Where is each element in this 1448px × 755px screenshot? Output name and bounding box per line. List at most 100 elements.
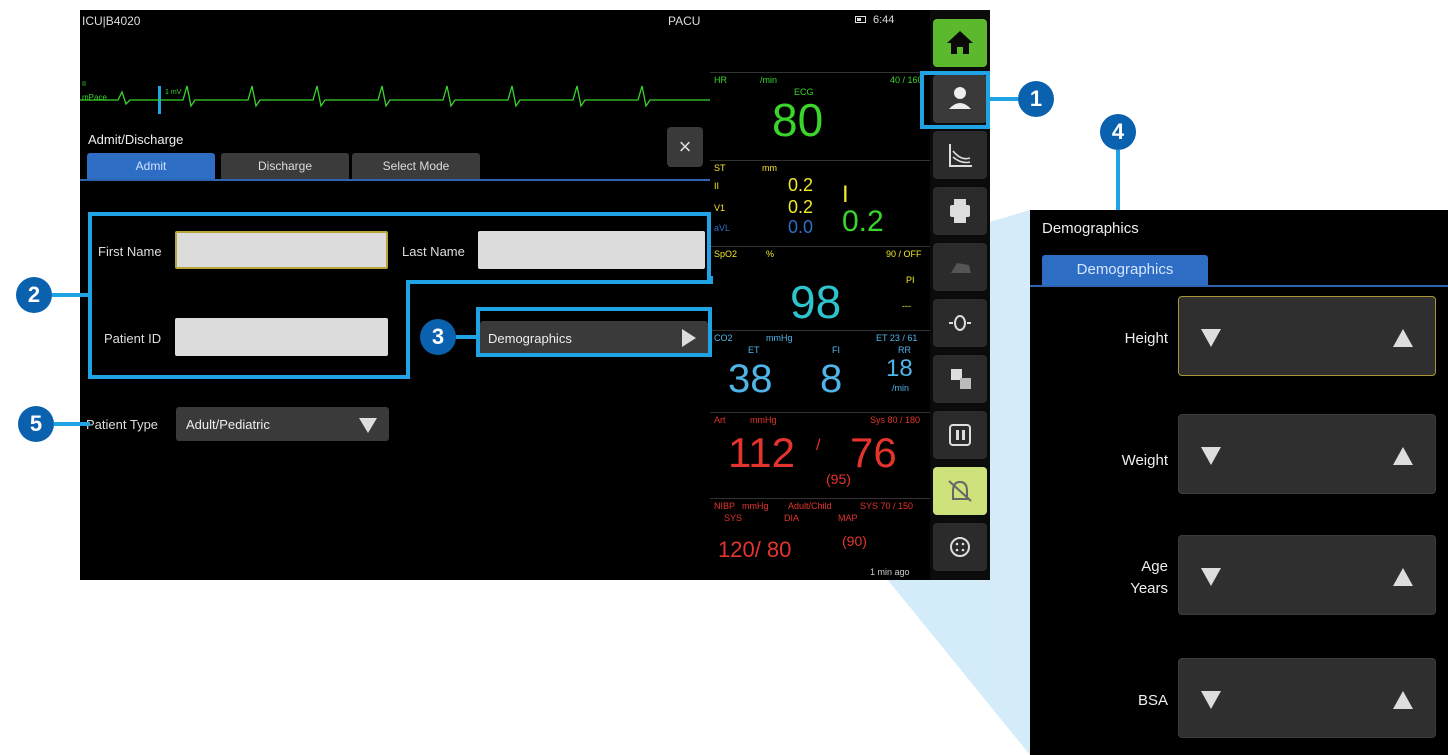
nibp-time: 1 min ago (870, 567, 910, 577)
tab-demographics[interactable]: Demographics (1042, 255, 1208, 285)
highlight-patient-button (920, 71, 990, 129)
tab-admit[interactable]: Admit (87, 153, 215, 179)
nibp-limits: SYS 70 / 150 (860, 501, 914, 511)
pause-icon (949, 424, 971, 446)
printer-icon (950, 199, 970, 223)
patient-monitor-screen: ICU|B4020 PACU 6:44 II mPace 1 mV Admit/… (80, 10, 990, 580)
decrease-arrow-icon[interactable] (1201, 447, 1221, 465)
bsa-stepper[interactable] (1178, 658, 1436, 738)
art-parameter[interactable]: Art mmHg Sys 80 / 180 112 / 76 (95) (710, 412, 932, 498)
hr-value: 80 (772, 94, 824, 146)
weight-stepper[interactable] (1178, 414, 1436, 494)
zoom-title: Demographics (1042, 220, 1139, 237)
st-value-avl: 0.0 (788, 217, 814, 237)
spo2-label: SpO2 (714, 249, 738, 259)
alarm-silence-icon (948, 480, 972, 502)
co2-label: CO2 (714, 333, 733, 343)
st-lead-ii: II (714, 181, 720, 191)
nibp-sys-label: SYS (724, 513, 743, 523)
ecg-waveform: II mPace 1 mV (80, 81, 710, 114)
home-icon (947, 31, 973, 54)
age-years-label: Age Years (1130, 558, 1168, 597)
chevron-down-icon (359, 418, 377, 433)
ecg-scale-label: 1 mV (165, 89, 182, 96)
st-big-value: 0.2 (842, 205, 884, 238)
st-lead-avl: aVL (714, 223, 731, 233)
co2-unit: mmHg (766, 333, 793, 343)
st-label: ST (714, 163, 726, 173)
nibp-value: 120/ 80 (718, 537, 792, 562)
height-stepper[interactable] (1178, 296, 1436, 376)
co2-rr-label: RR (898, 345, 911, 355)
co2-limits: ET 23 / 61 (876, 333, 918, 343)
increase-arrow-icon[interactable] (1393, 691, 1413, 709)
hand-button[interactable] (933, 243, 987, 291)
art-sys-value: 112 (728, 429, 795, 476)
st-value-v1: 0.2 (788, 197, 814, 217)
patient-id-label: Patient ID (104, 331, 162, 346)
callout-badge-2: 2 (16, 277, 52, 313)
nibp-label: NIBP (714, 501, 736, 511)
tab-select-mode[interactable]: Select Mode (352, 153, 480, 179)
art-limits: Sys 80 / 180 (870, 415, 921, 425)
decrease-arrow-icon[interactable] (1201, 691, 1221, 709)
co2-parameter[interactable]: CO2 mmHg ET 23 / 61 ET FI RR 38 8 18 /mi… (710, 330, 932, 412)
ecg-lead-label: II (82, 81, 86, 88)
co2-fi-value: 8 (820, 357, 843, 401)
menu-button[interactable] (933, 523, 987, 571)
spo2-unit: % (766, 249, 775, 259)
weight-label: Weight (1121, 452, 1168, 469)
st-unit: mm (762, 163, 777, 173)
art-mean-value: (95) (826, 471, 851, 487)
co2-fi-label: FI (832, 345, 840, 355)
menu-icon (950, 537, 970, 557)
st-value-ii: 0.2 (788, 175, 814, 195)
art-label: Art (714, 415, 726, 425)
spo2-parameter[interactable]: SpO2 % 90 / OFF PI --- 98 (710, 246, 932, 330)
status-bar: ICU|B4020 PACU 6:44 (80, 10, 930, 30)
st-parameter[interactable]: ST mm II V1 aVL 0.2 0.2 0.0 I 0.2 (710, 160, 932, 246)
pause-button[interactable] (933, 411, 987, 459)
co2-et-label: ET (748, 345, 760, 355)
increase-arrow-icon[interactable] (1393, 329, 1413, 347)
art-unit: mmHg (750, 415, 777, 425)
calculations-button[interactable] (933, 355, 987, 403)
callout-badge-3: 3 (420, 319, 456, 355)
rr-value: 18 (886, 355, 913, 382)
home-button[interactable] (933, 19, 987, 67)
increase-arrow-icon[interactable] (1393, 447, 1413, 465)
print-button[interactable] (933, 187, 987, 235)
highlight-demographics-button (476, 307, 712, 357)
bsa-label: BSA (1137, 692, 1168, 709)
dialog-title: Admit/Discharge (88, 132, 184, 147)
patient-type-select[interactable]: Adult/Pediatric (176, 407, 389, 441)
hand-icon (951, 263, 971, 273)
dialog-tabs: Admit Discharge Select Mode (80, 153, 710, 181)
st-lead-v1: V1 (714, 203, 726, 213)
trends-button[interactable] (933, 131, 987, 179)
alarm-silence-button[interactable] (933, 467, 987, 515)
zero-icon (949, 315, 971, 331)
height-label: Height (1124, 330, 1168, 347)
nibp-map-label: MAP (838, 513, 858, 523)
pi-label: PI (906, 275, 915, 285)
hr-unit: /min (760, 75, 778, 85)
decrease-arrow-icon[interactable] (1201, 329, 1221, 347)
care-area-label: PACU (668, 14, 701, 28)
zero-button[interactable] (933, 299, 987, 347)
age-stepper[interactable] (1178, 535, 1436, 615)
highlight-name-fields (88, 212, 711, 280)
nibp-map-value: (90) (842, 533, 867, 549)
unit-bed-label: ICU|B4020 (82, 14, 141, 28)
zoom-tab-bar: Demographics (1030, 255, 1448, 287)
decrease-arrow-icon[interactable] (1201, 568, 1221, 586)
art-dia-value: 76 (850, 429, 897, 476)
patient-id-field[interactable] (175, 318, 388, 356)
nibp-unit: mmHg (742, 501, 769, 511)
nibp-dia-label: DIA (784, 513, 800, 523)
hr-parameter[interactable]: HR /min 40 / 160 ECG 80 (710, 72, 932, 160)
nibp-parameter[interactable]: NIBP mmHg Adult/Child SYS 70 / 150 SYS D… (710, 498, 932, 580)
tab-discharge[interactable]: Discharge (221, 153, 349, 179)
increase-arrow-icon[interactable] (1393, 568, 1413, 586)
spo2-limits: 90 / OFF (886, 249, 922, 259)
